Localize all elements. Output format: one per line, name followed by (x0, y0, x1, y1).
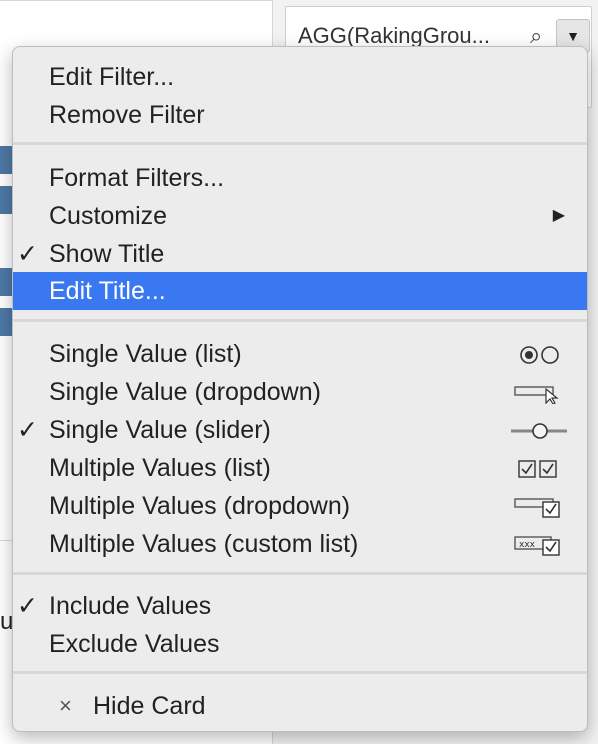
menu-item-multiple-values-dropdown[interactable]: Multiple Values (dropdown) (13, 487, 587, 525)
checkmark-icon: ✓ (17, 592, 38, 620)
menu-item-edit-filter[interactable]: Edit Filter... (13, 58, 587, 96)
menu-item-customize[interactable]: Customize ▶ (13, 197, 587, 235)
dropdown-icon (514, 386, 559, 404)
menu-item-exclude-values[interactable]: Exclude Values (13, 625, 587, 663)
menu-item-multiple-values-list[interactable]: Multiple Values (list) (13, 449, 587, 487)
menu-divider (13, 319, 587, 322)
menu-divider (13, 142, 587, 145)
slider-icon (511, 423, 567, 439)
menu-item-single-value-list[interactable]: Single Value (list) (13, 335, 587, 373)
menu-item-include-values[interactable]: ✓ Include Values (13, 587, 587, 625)
close-icon: × (59, 693, 72, 718)
custom-list-icon: xxx (514, 536, 560, 556)
filter-context-menu: Edit Filter... Remove Filter Format Filt… (12, 46, 588, 732)
radio-buttons-icon (520, 346, 559, 364)
menu-item-single-value-dropdown[interactable]: Single Value (dropdown) (13, 373, 587, 411)
menu-item-remove-filter[interactable]: Remove Filter (13, 96, 587, 134)
multi-dropdown-icon (514, 498, 560, 518)
checkboxes-icon (518, 460, 557, 478)
menu-item-multiple-values-custom-list[interactable]: Multiple Values (custom list) xxx (13, 525, 587, 563)
menu-divider (13, 572, 587, 575)
submenu-arrow-icon: ▶ (552, 207, 565, 224)
menu-item-show-title[interactable]: ✓ Show Title (13, 235, 587, 273)
menu-item-single-value-slider[interactable]: ✓ Single Value (slider) (13, 411, 587, 449)
panel-top-border (0, 0, 272, 1)
checkmark-icon: ✓ (17, 416, 38, 444)
menu-divider (13, 671, 587, 674)
menu-item-format-filters[interactable]: Format Filters... (13, 159, 587, 197)
menu-item-hide-card[interactable]: × Hide Card (13, 687, 587, 725)
menu-item-edit-title[interactable]: Edit Title... (13, 272, 587, 310)
svg-text:xxx: xxx (519, 540, 536, 550)
checkmark-icon: ✓ (17, 240, 38, 268)
